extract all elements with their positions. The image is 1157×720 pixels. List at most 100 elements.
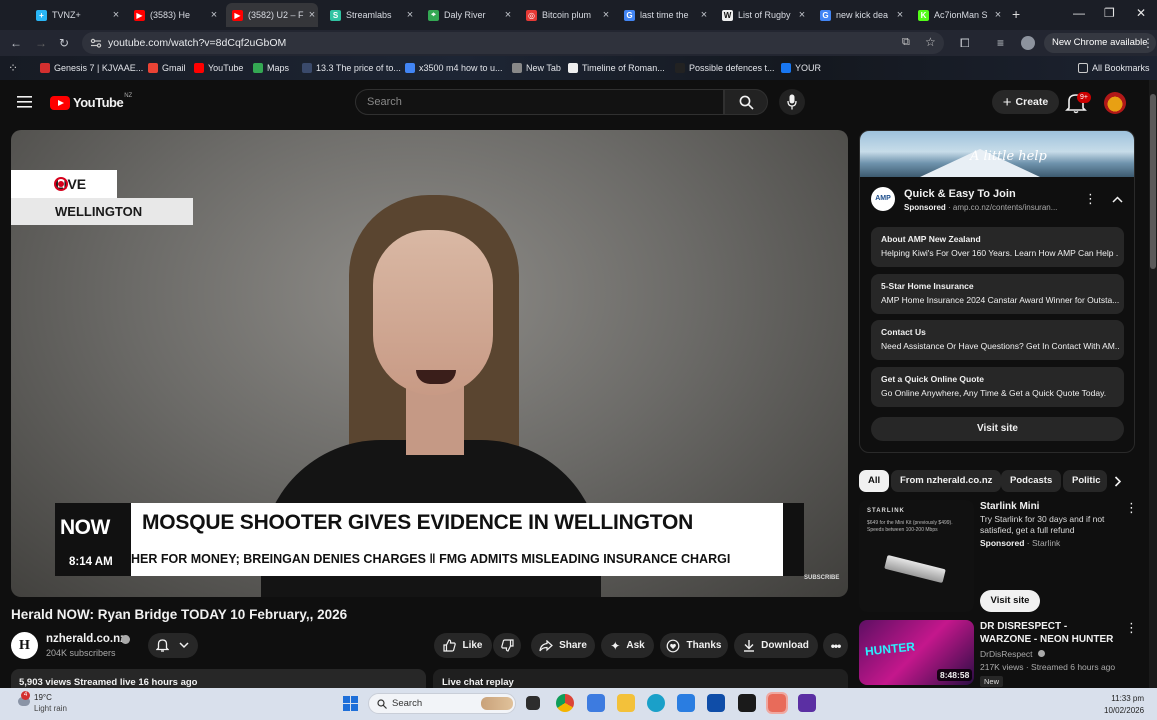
new-chrome-button[interactable]: New Chrome available — [1044, 33, 1156, 53]
edge-taskbar-icon[interactable] — [647, 694, 665, 712]
browser-tab[interactable]: K Ac7ionMan S × — [912, 3, 1004, 27]
browser-tab[interactable]: Glast time the × — [618, 3, 710, 27]
new-tab-button[interactable]: + — [1012, 6, 1020, 22]
subscription-bell-button[interactable] — [148, 633, 198, 658]
ad-visit-site-button[interactable]: Visit site — [871, 417, 1124, 441]
tab-close-icon[interactable]: × — [600, 9, 612, 21]
chip-podcasts[interactable]: Podcasts — [1001, 470, 1062, 492]
taskbar-clock[interactable]: 11:33 pm 10/02/2026 — [1104, 693, 1144, 717]
all-bookmarks-button[interactable]: All Bookmarks — [1078, 63, 1150, 73]
channel-name[interactable]: nzherald.co.nz — [46, 633, 126, 645]
chrome-menu-icon[interactable]: ⋮ — [1142, 36, 1154, 50]
install-app-icon[interactable]: ⧉ — [902, 36, 910, 49]
site-info-icon[interactable] — [90, 37, 102, 49]
subscribe-watermark[interactable]: SUBSCRIBE — [804, 575, 839, 581]
scrollbar-thumb[interactable] — [1150, 94, 1156, 269]
outlook-taskbar-icon[interactable] — [707, 694, 725, 712]
browser-tab[interactable]: Gnew kick dea × — [814, 3, 906, 27]
back-icon[interactable]: ← — [10, 36, 22, 50]
apps-grid-icon[interactable]: ⁘ — [8, 61, 18, 75]
create-button[interactable]: + Create — [992, 90, 1059, 114]
extensions-icon[interactable]: ⧠ — [960, 36, 970, 51]
tab-close-icon[interactable]: × — [502, 9, 514, 21]
file-explorer-icon[interactable] — [617, 694, 635, 712]
tab-close-icon[interactable]: × — [992, 9, 1004, 21]
browser-tab[interactable]: ▶ (3582) U2 – F × — [226, 3, 318, 27]
search-button[interactable] — [724, 89, 768, 115]
reading-list-icon[interactable]: ≡ — [997, 36, 1004, 50]
profile-icon[interactable] — [1021, 36, 1035, 50]
browser-tab[interactable]: W List of Rugby × — [716, 3, 808, 27]
channel-avatar[interactable]: H — [11, 632, 38, 659]
tab-close-icon[interactable]: × — [894, 9, 906, 21]
rec-title[interactable]: DR DISRESPECT - WARZONE - NEON HUNTER — [980, 620, 1115, 646]
page-scrollbar[interactable] — [1149, 80, 1157, 688]
forward-icon[interactable]: → — [35, 36, 47, 50]
restore-icon[interactable]: ❐ — [1104, 6, 1115, 20]
minimize-icon[interactable]: — — [1073, 6, 1085, 20]
browser-tab[interactable]: ▶ (3583) He × — [128, 3, 220, 27]
youtube-logo[interactable]: YouTube NZ — [50, 93, 132, 110]
account-avatar[interactable] — [1104, 92, 1126, 114]
ad-sitelink[interactable]: About AMP New Zealand Helping Kiwi's For… — [871, 227, 1124, 267]
ad-title[interactable]: Quick & Easy To Join — [904, 188, 1016, 200]
ad-sitelink[interactable]: Contact Us Need Assistance Or Have Quest… — [871, 320, 1124, 360]
ad-sitelink[interactable]: 5-Star Home Insurance AMP Home Insurance… — [871, 274, 1124, 314]
chip-all[interactable]: All — [859, 470, 890, 492]
browser-tab[interactable]: S Streamlabs × — [324, 3, 416, 27]
tab-close-icon[interactable]: × — [796, 9, 808, 21]
share-button[interactable]: Share — [531, 633, 595, 658]
rec-title[interactable]: Starlink Mini — [980, 500, 1115, 513]
ad-banner-image[interactable]: A little help — [860, 131, 1134, 177]
bookmark-item[interactable]: YouTube — [194, 63, 243, 73]
search-input[interactable] — [356, 90, 723, 114]
video-thumbnail[interactable]: HUNTER 8:48:58 — [859, 620, 974, 685]
snipping-tool-icon[interactable] — [766, 692, 788, 714]
voice-search-button[interactable] — [779, 89, 805, 115]
tab-close-icon[interactable]: × — [208, 9, 220, 21]
tab-close-icon[interactable]: × — [110, 9, 122, 21]
bookmark-item[interactable]: Possible defences t... — [675, 63, 775, 73]
browser-tab[interactable]: ◎ Bitcoin plum × — [520, 3, 612, 27]
browser-tab[interactable]: ⌖ Daly River × — [422, 3, 514, 27]
tab-close-icon[interactable]: × — [306, 9, 318, 21]
bookmark-item[interactable]: 13.3 The price of to... — [302, 63, 401, 73]
bookmark-item[interactable]: Gmail — [148, 63, 186, 73]
rec-menu-icon[interactable]: ⋮ — [1125, 620, 1138, 636]
download-button[interactable]: Download — [734, 633, 818, 658]
chevron-up-icon[interactable] — [1112, 196, 1123, 203]
ad-sitelink[interactable]: Get a Quick Online Quote Go Online Anywh… — [871, 367, 1124, 407]
ad-menu-icon[interactable]: ⋮ — [1084, 191, 1097, 207]
thanks-button[interactable]: Thanks — [660, 633, 728, 658]
more-actions-button[interactable]: ••• — [823, 633, 848, 658]
ad-thumbnail[interactable]: STARLINK $649 for the Mini Kit (previous… — [859, 500, 974, 612]
rec-menu-icon[interactable]: ⋮ — [1125, 500, 1138, 516]
bookmark-item[interactable]: Genesis 7 | KJVAAE... — [40, 63, 143, 73]
hamburger-menu-icon[interactable] — [17, 96, 32, 108]
chip-from-channel[interactable]: From nzherald.co.nz — [891, 470, 1002, 492]
store-taskbar-icon[interactable] — [587, 694, 605, 712]
bookmark-item[interactable]: YOUR — [781, 63, 821, 73]
dislike-button[interactable] — [493, 633, 521, 658]
bookmark-item[interactable]: Timeline of Roman... — [568, 63, 665, 73]
close-window-icon[interactable]: ✕ — [1136, 6, 1146, 20]
bookmark-item[interactable]: New Tab — [512, 63, 561, 73]
tab-close-icon[interactable]: × — [404, 9, 416, 21]
address-bar[interactable]: youtube.com/watch?v=8dCqf2uGbOM ⧉ ☆ — [82, 32, 944, 54]
mail-taskbar-icon[interactable] — [677, 694, 695, 712]
chevron-right-icon[interactable] — [1114, 476, 1122, 487]
ad-logo[interactable]: AMP — [871, 187, 895, 211]
rec-visit-site-button[interactable]: Visit site — [980, 590, 1040, 612]
taskbar-search[interactable]: Search — [368, 693, 516, 714]
app-taskbar-icon[interactable] — [798, 694, 816, 712]
video-player[interactable]: LIVE WELLINGTON NOW 8:14 AM MOSQUE SHOOT… — [11, 130, 848, 597]
task-view-icon[interactable] — [526, 696, 540, 710]
streamlabs-taskbar-icon[interactable] — [738, 694, 756, 712]
like-button[interactable]: Like — [434, 633, 492, 658]
chip-politics[interactable]: Politic — [1063, 470, 1107, 492]
tab-close-icon[interactable]: × — [698, 9, 710, 21]
chrome-taskbar-icon[interactable] — [556, 694, 574, 712]
bookmark-item[interactable]: x3500 m4 how to u... — [405, 63, 503, 73]
bookmark-star-icon[interactable]: ☆ — [925, 35, 936, 49]
reload-icon[interactable]: ↻ — [59, 36, 69, 50]
